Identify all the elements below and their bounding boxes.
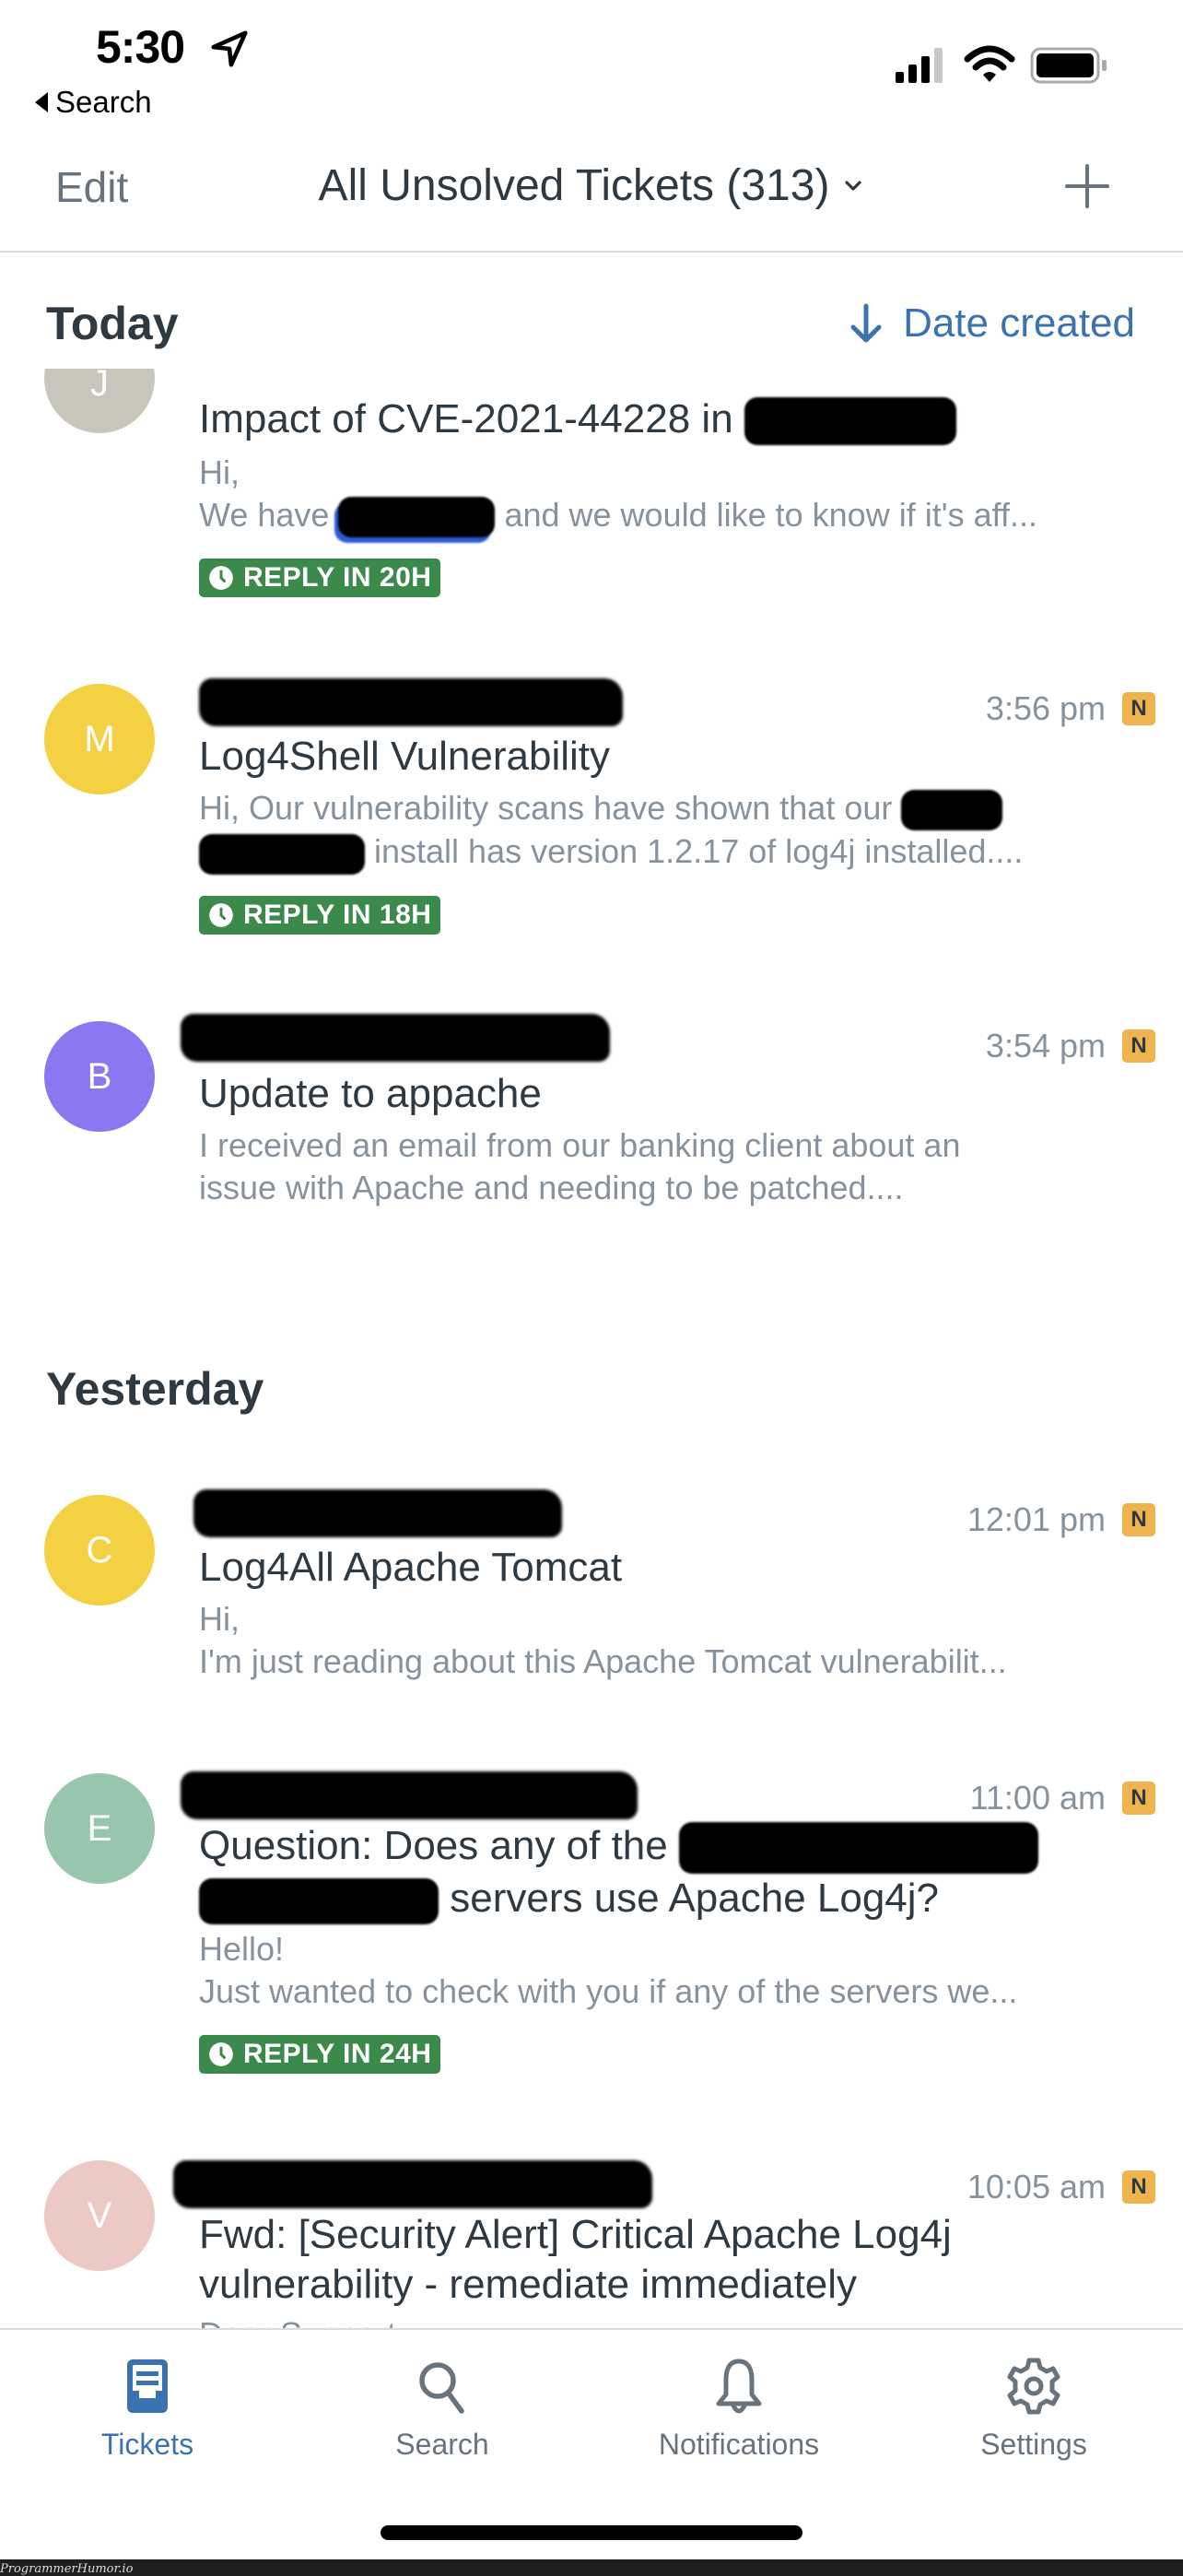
redacted-text (338, 497, 496, 538)
redacted-requester-name (173, 2160, 652, 2208)
reply-sla-badge: REPLY IN 24H (199, 2035, 441, 2074)
battery-icon (1030, 47, 1107, 84)
ticket-row[interactable]: M 3:56 pm N Log4Shell Vulnerability Hi, … (0, 673, 1183, 977)
avatar-initial: J (90, 363, 109, 404)
avatar: V (44, 2160, 155, 2271)
ticket-preview: Hi, Our vulnerability scans have shown t… (199, 787, 1130, 875)
clock-icon (209, 2042, 233, 2066)
ticket-subject: Log4Shell Vulnerability (199, 734, 610, 779)
redacted-requester-name (181, 1014, 610, 1062)
wifi-icon (964, 45, 1015, 82)
redacted-text (199, 833, 365, 875)
chevron-down-icon (845, 180, 862, 191)
ticket-preview: Hi, I'm just reading about this Apache T… (199, 1600, 1007, 1680)
view-selector[interactable]: All Unsolved Tickets (313) (0, 160, 1183, 211)
tab-label: Search (395, 2428, 489, 2461)
bell-icon (716, 2358, 762, 2414)
tab-notifications[interactable]: Notifications (610, 2356, 868, 2462)
avatar-initial: V (87, 2194, 112, 2236)
view-title: All Unsolved Tickets (313) (318, 161, 830, 210)
ticket-row[interactable]: J Impact of CVE-2021-44228 in Hi, We hav… (0, 323, 1183, 627)
ticket-time-wrap: 12:01 pm N (967, 1500, 1155, 1539)
ticket-row[interactable]: B 3:54 pm N Update to appache I received… (0, 1010, 1183, 1241)
tab-search[interactable]: Search (313, 2356, 571, 2462)
ticket-time-wrap: 3:56 pm N (986, 689, 1155, 728)
ticket-subject: Impact of CVE-2021-44228 in (199, 394, 1120, 446)
avatar: B (44, 1021, 155, 1132)
status-badge-new: N (1122, 1503, 1155, 1536)
avatar-initial: C (86, 1529, 113, 1570)
ticket-time-wrap: 11:00 am N (970, 1779, 1155, 1817)
ticket-time-wrap: 10:05 am N (967, 2168, 1155, 2206)
avatar-initial: E (87, 1807, 112, 1849)
inbox-icon (127, 2359, 168, 2413)
sort-date-created-button[interactable]: Date created (848, 300, 1135, 347)
section-title: Yesterday (46, 1363, 264, 1415)
redacted-requester-name (193, 1489, 562, 1537)
add-ticket-button[interactable] (1063, 162, 1111, 210)
section-header-yesterday: Yesterday (0, 1342, 1183, 1434)
reply-sla-badge: REPLY IN 20H (199, 559, 441, 597)
clock-icon (209, 566, 233, 590)
ticket-time: 3:56 pm (985, 689, 1106, 727)
status-badge-new: N (1122, 1782, 1155, 1815)
back-label: Search (55, 85, 152, 119)
tab-bar: Tickets Search Notifications Settings (0, 2328, 1183, 2576)
tab-label: Settings (980, 2428, 1087, 2461)
avatar: M (44, 684, 155, 794)
tab-label: Tickets (100, 2428, 194, 2461)
ticket-time: 11:00 am (969, 1779, 1106, 1817)
status-time: 5:30 (96, 21, 185, 73)
redacted-text (744, 397, 956, 446)
tab-tickets[interactable]: Tickets (18, 2356, 276, 2462)
redacted-requester-name (199, 678, 623, 726)
clock-icon (209, 903, 233, 927)
avatar-initial: M (84, 718, 115, 759)
home-indicator[interactable] (381, 2525, 802, 2540)
ticket-subject: Question: Does any of the servers use Ap… (199, 1821, 1120, 1924)
redacted-text (901, 790, 1003, 831)
search-icon (419, 2362, 464, 2414)
watermark: ProgrammerHumor.io (0, 2562, 134, 2576)
redacted-text (678, 1822, 1038, 1875)
back-caret-icon (35, 92, 48, 112)
section-header-today: Today Date created (0, 276, 1183, 369)
avatar-initial: B (87, 1055, 112, 1097)
status-badge-new: N (1122, 1029, 1155, 1063)
tab-settings[interactable]: Settings (905, 2356, 1163, 2462)
ticket-preview: I received an email from our banking cli… (199, 1126, 961, 1206)
tab-label: Notifications (658, 2428, 820, 2461)
cellular-signal-icon (896, 48, 943, 83)
ticket-row[interactable]: E 11:00 am N Question: Does any of the s… (0, 1768, 1183, 2090)
gear-icon (1007, 2358, 1060, 2415)
redacted-requester-name (181, 1771, 638, 1819)
ticket-subject: Update to appache (199, 1071, 542, 1116)
ticket-preview: Hi, We have and we would like to know if… (199, 452, 1130, 538)
ticket-row[interactable]: C 12:01 pm N Log4All Apache Tomcat Hi, I… (0, 1484, 1183, 1714)
location-arrow-icon (211, 30, 248, 67)
redacted-text (199, 1877, 439, 1924)
status-badge-new: N (1122, 2170, 1155, 2204)
navigation-bar: Edit All Unsolved Tickets (313) (0, 138, 1183, 253)
ticket-preview: Hello! Just wanted to check with you if … (199, 1930, 1018, 2010)
status-bar: 5:30 Search (0, 0, 1183, 138)
reply-sla-badge: REPLY IN 18H (199, 896, 441, 935)
arrow-down-icon (850, 303, 882, 343)
watermark-bar: ProgrammerHumor.io (0, 2559, 1183, 2576)
ticket-subject: Log4All Apache Tomcat (199, 1545, 623, 1590)
ticket-time: 3:54 pm (985, 1027, 1106, 1065)
ticket-time: 10:05 am (966, 2168, 1106, 2205)
ticket-time: 12:01 pm (966, 1500, 1106, 1538)
section-title: Today (46, 298, 179, 349)
avatar: C (44, 1495, 155, 1606)
ticket-time-wrap: 3:54 pm N (986, 1027, 1155, 1065)
sort-label: Date created (903, 300, 1135, 346)
avatar: E (44, 1773, 155, 1884)
ticket-row[interactable]: V 10:05 am N Fwd: [Security Alert] Criti… (0, 2153, 1183, 2353)
status-badge-new: N (1122, 692, 1155, 725)
ticket-subject: Fwd: [Security Alert] Critical Apache Lo… (199, 2212, 952, 2307)
back-to-search-button[interactable]: Search (35, 85, 152, 120)
